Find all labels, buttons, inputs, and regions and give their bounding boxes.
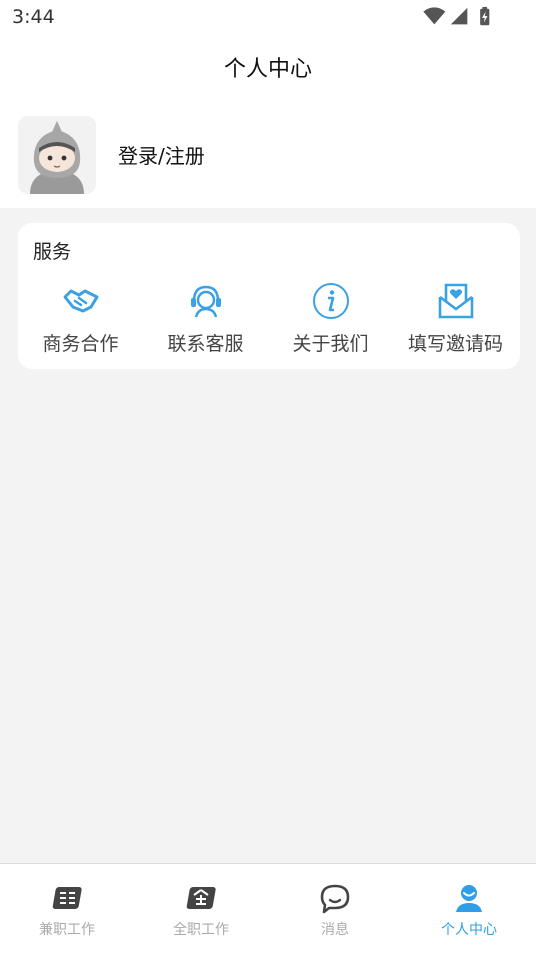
bottom-tab-bar: 兼职工作 全职工作 消息 个人中心	[0, 863, 536, 954]
service-label: 填写邀请码	[407, 333, 503, 355]
tab-part-time[interactable]: 兼职工作	[0, 864, 134, 954]
tab-user-center[interactable]: 个人中心	[402, 864, 536, 954]
wifi-icon	[423, 7, 446, 25]
message-icon	[320, 884, 350, 914]
tab-label: 兼职工作	[39, 922, 95, 938]
service-contact-support[interactable]: 联系客服	[143, 281, 268, 357]
status-bar: 3:44	[0, 0, 536, 36]
services-card: 服务 商务合作 联系客服 关于我们 填写邀请码	[18, 223, 520, 369]
login-register-link[interactable]: 登录/注册	[118, 140, 205, 169]
service-invite-code[interactable]: 填写邀请码	[393, 281, 518, 357]
part-time-icon	[52, 887, 82, 909]
user-center-icon	[456, 885, 482, 912]
tab-label: 消息	[321, 922, 349, 938]
service-label: 联系客服	[167, 333, 244, 355]
signal-icon	[450, 7, 468, 25]
status-icons	[423, 6, 490, 26]
battery-icon	[480, 6, 490, 26]
status-time: 3:44	[12, 6, 55, 28]
full-time-icon	[186, 887, 216, 909]
service-label: 关于我们	[292, 333, 369, 355]
tab-label: 个人中心	[441, 922, 497, 938]
invite-code-icon	[438, 283, 473, 319]
info-icon	[312, 283, 349, 319]
handshake-icon	[63, 289, 98, 313]
header: 个人中心	[0, 36, 536, 100]
tab-full-time[interactable]: 全职工作	[134, 864, 268, 954]
service-label: 商务合作	[42, 333, 119, 355]
avatar[interactable]	[18, 116, 96, 194]
service-business-cooperation[interactable]: 商务合作	[18, 281, 143, 357]
tab-label: 全职工作	[173, 922, 229, 938]
page-title: 个人中心	[223, 57, 312, 82]
tab-messages[interactable]: 消息	[268, 864, 402, 954]
services-title: 服务	[33, 241, 72, 263]
customer-service-icon	[190, 285, 221, 318]
profile-section[interactable]: 登录/注册	[0, 100, 536, 208]
avatar-illustration	[30, 121, 84, 194]
service-about-us[interactable]: 关于我们	[268, 281, 393, 357]
